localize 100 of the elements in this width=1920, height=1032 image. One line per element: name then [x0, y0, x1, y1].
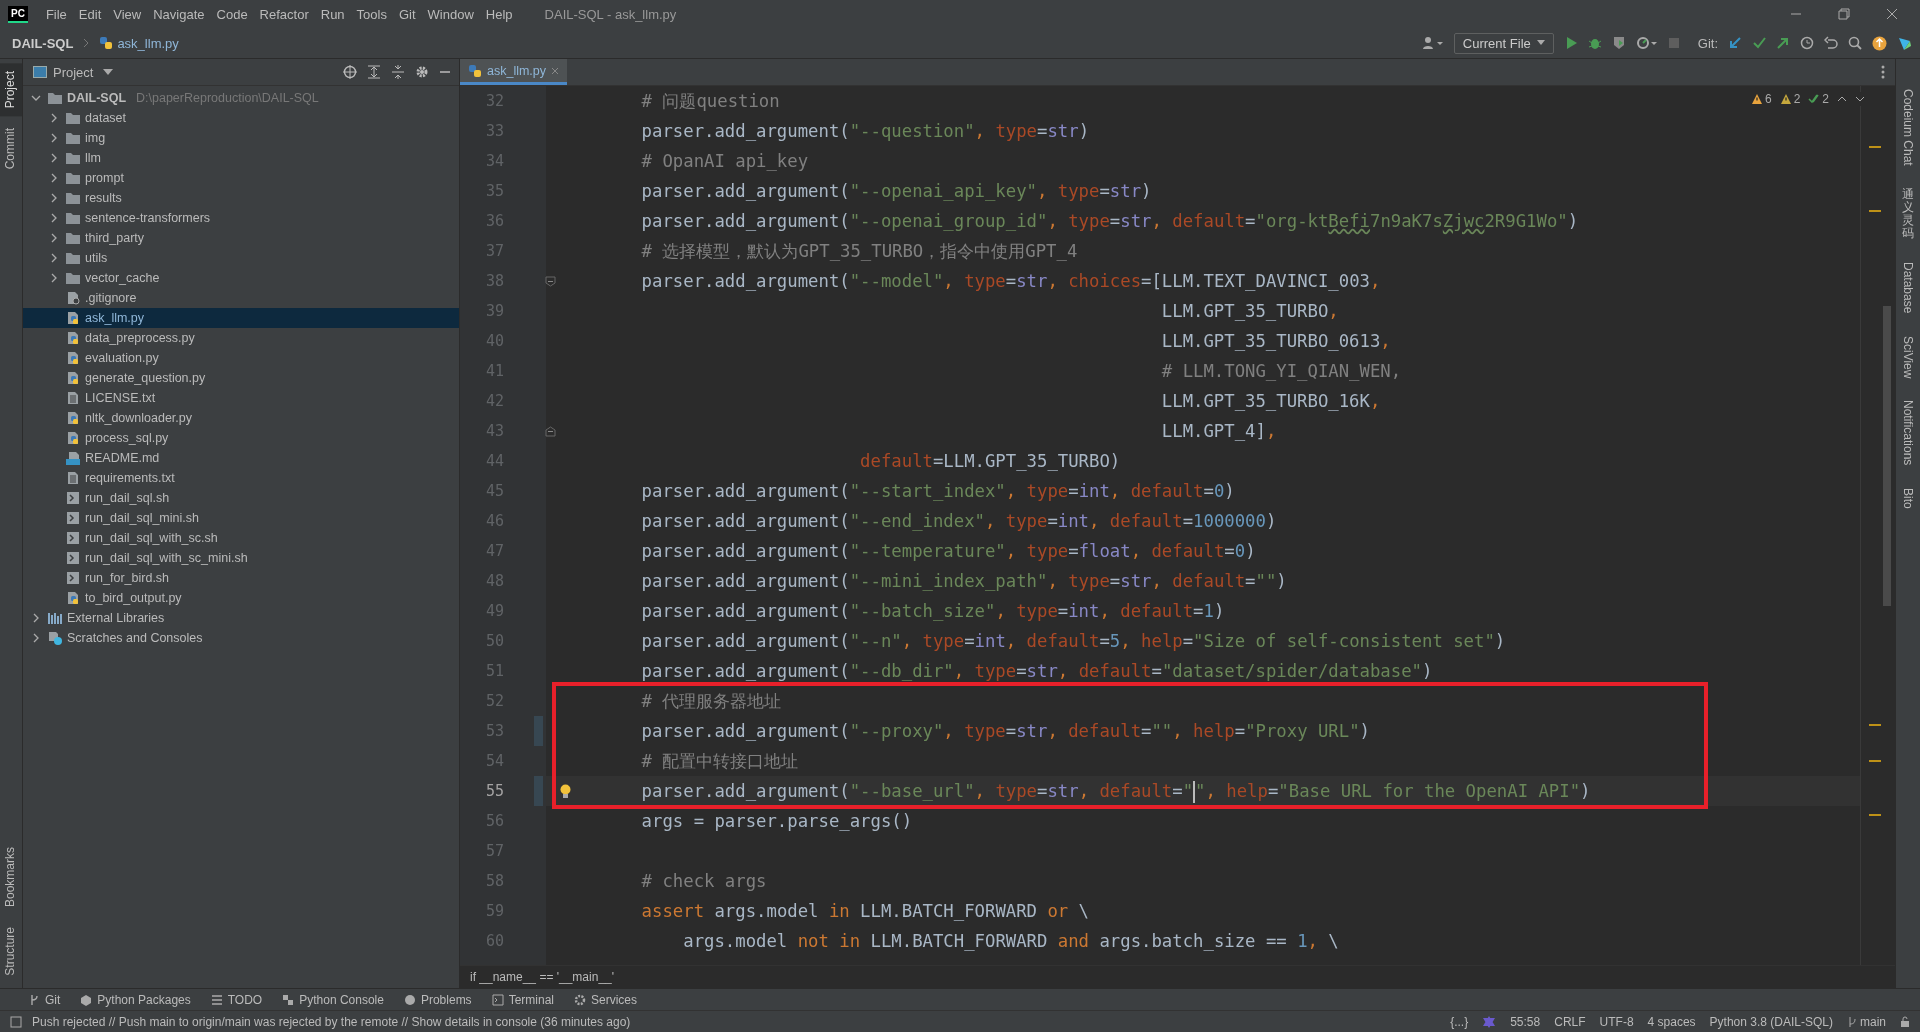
locate-icon[interactable]	[343, 65, 357, 79]
tool-window-tab[interactable]: Bookmarks	[0, 839, 22, 916]
tool-tab[interactable]: Terminal	[491, 992, 554, 1007]
scrollbar-thumb[interactable]	[1883, 306, 1891, 606]
tree-item[interactable]: run_dail_sql_mini.sh	[23, 508, 459, 528]
inspection-count[interactable]: 2	[1808, 92, 1829, 106]
menu-item[interactable]: File	[45, 6, 67, 22]
tree-item[interactable]: Scratches and Consoles	[23, 628, 459, 648]
caret-position[interactable]: 55:58	[1510, 1014, 1541, 1029]
menu-item[interactable]: Refactor	[259, 6, 309, 22]
tool-window-tab[interactable]: Database	[1901, 262, 1915, 314]
tree-item[interactable]: results	[23, 188, 459, 208]
breadcrumb-project[interactable]: DAIL-SQL	[12, 35, 74, 51]
tree-item[interactable]: to_bird_output.py	[23, 588, 459, 608]
update-icon[interactable]	[1872, 35, 1887, 51]
tool-window-tab[interactable]: Structure	[0, 919, 22, 984]
tree-item[interactable]: vector_cache	[23, 268, 459, 288]
menu-item[interactable]: Navigate	[153, 6, 205, 22]
tool-window-tab[interactable]: Bito	[1901, 487, 1915, 509]
tree-item[interactable]: .gitignore	[23, 288, 459, 308]
menu-item[interactable]: Help	[485, 6, 513, 22]
tool-window-tab[interactable]: 通义灵码	[1902, 187, 1914, 241]
restore-icon[interactable]	[1838, 8, 1850, 20]
push-arrow-icon[interactable]	[1776, 36, 1790, 50]
tree-item[interactable]: data_preprocess.py	[23, 328, 459, 348]
lightbulb-icon[interactable]	[560, 783, 571, 799]
tree-item[interactable]: DAIL-SQL D:\paperReproduction\DAIL-SQL	[23, 88, 459, 108]
tool-tab[interactable]: Services	[574, 992, 637, 1007]
next-icon[interactable]	[1855, 95, 1865, 103]
tree-item[interactable]: nltk_downloader.py	[23, 408, 459, 428]
tree-item[interactable]: utils	[23, 248, 459, 268]
coverage-icon[interactable]	[1611, 36, 1626, 50]
tree-item[interactable]: evaluation.py	[23, 348, 459, 368]
check-icon[interactable]	[1752, 36, 1766, 50]
previous-icon[interactable]	[1837, 95, 1847, 103]
more-icon[interactable]	[1881, 65, 1885, 79]
tree-item[interactable]: third_party	[23, 228, 459, 248]
inspection-count[interactable]: 6	[1750, 92, 1772, 106]
fold-icon[interactable]	[544, 275, 556, 287]
tree-item[interactable]: prompt	[23, 168, 459, 188]
tree-item[interactable]: requirements.txt	[23, 468, 459, 488]
git-branch[interactable]: main	[1860, 1014, 1886, 1029]
tool-tab[interactable]: Python Console	[282, 992, 384, 1007]
tree-item[interactable]: llm	[23, 148, 459, 168]
tree-item[interactable]: ask_llm.py	[23, 308, 459, 328]
tree-item[interactable]: sentence-transformers	[23, 208, 459, 228]
dropdown-caret-icon[interactable]	[103, 69, 114, 75]
tool-tab[interactable]: Problems	[403, 992, 472, 1007]
tree-item[interactable]: run_dail_sql_with_sc_mini.sh	[23, 548, 459, 568]
tool-tab[interactable]: Git	[28, 992, 61, 1007]
tree-item[interactable]: run_dail_sql.sh	[23, 488, 459, 508]
panel-title[interactable]: Project	[53, 64, 94, 80]
status-item[interactable]: {...}	[1450, 1014, 1469, 1029]
tool-window-tab[interactable]: Notifications	[1901, 400, 1915, 466]
menu-item[interactable]: Tools	[356, 6, 387, 22]
history-icon[interactable]	[1800, 36, 1814, 50]
tree-item[interactable]: process_sql.py	[23, 428, 459, 448]
tree-item[interactable]: LICENSE.txt	[23, 388, 459, 408]
tree-item[interactable]: dataset	[23, 108, 459, 128]
code-breadcrumb[interactable]: if __name__ == '__main__'	[470, 970, 615, 984]
tree-item[interactable]: run_dail_sql_with_sc.sh	[23, 528, 459, 548]
tree-item[interactable]: run_for_bird.sh	[23, 568, 459, 588]
inspection-count[interactable]: 2	[1779, 92, 1801, 106]
menu-item[interactable]: Run	[320, 6, 345, 22]
menu-item[interactable]: Window	[427, 6, 474, 22]
tree-item[interactable]: img	[23, 128, 459, 148]
tree-item[interactable]: generate_question.py	[23, 368, 459, 388]
run-config-dropdown[interactable]: Current File	[1453, 32, 1554, 54]
close-icon[interactable]	[1886, 8, 1898, 20]
menu-item[interactable]: Git	[398, 6, 416, 22]
tool-window-tab[interactable]: Project	[0, 63, 22, 117]
update-arrow-icon[interactable]	[1728, 36, 1742, 50]
menu-item[interactable]: Edit	[78, 6, 102, 22]
tool-window-tab[interactable]: Commit	[0, 120, 22, 178]
change-marker[interactable]	[534, 776, 543, 806]
editor-tab[interactable]: ask_llm.py	[460, 59, 568, 85]
indent-setting[interactable]: 4 spaces	[1647, 1014, 1696, 1029]
user-icon[interactable]	[1421, 36, 1444, 50]
tool-tab[interactable]: TODO	[210, 992, 263, 1007]
search-icon[interactable]	[1848, 36, 1862, 50]
menu-item[interactable]: View	[113, 6, 142, 22]
undo-icon[interactable]	[1824, 36, 1838, 50]
tool-window-tab[interactable]: SciView	[1901, 335, 1915, 379]
change-marker[interactable]	[534, 716, 543, 746]
menu-item[interactable]: Code	[216, 6, 248, 22]
tool-tab[interactable]: Python Packages	[80, 992, 191, 1007]
lock-icon[interactable]	[1900, 1015, 1910, 1028]
fold-icon[interactable]	[544, 425, 556, 437]
breadcrumb-file[interactable]: ask_llm.py	[117, 35, 179, 51]
tool-window-tab[interactable]: Codeium Chat	[1901, 89, 1915, 166]
settings-icon[interactable]	[415, 65, 429, 79]
plugin-logo-icon[interactable]	[1897, 35, 1912, 51]
panel-toggle-icon[interactable]	[10, 1015, 22, 1028]
status-message[interactable]: Push rejected // Push main to origin/main was rejected by the remote // Show details in console (36 minutes ago)	[32, 1014, 631, 1029]
interpreter[interactable]: Python 3.8 (DAIL-SQL)	[1709, 1014, 1833, 1029]
expand-all-icon[interactable]	[367, 65, 381, 79]
line-separator[interactable]: CRLF	[1554, 1014, 1586, 1029]
bug-icon[interactable]	[1587, 36, 1602, 50]
collapse-all-icon[interactable]	[391, 65, 405, 79]
profile-icon[interactable]	[1635, 36, 1658, 50]
